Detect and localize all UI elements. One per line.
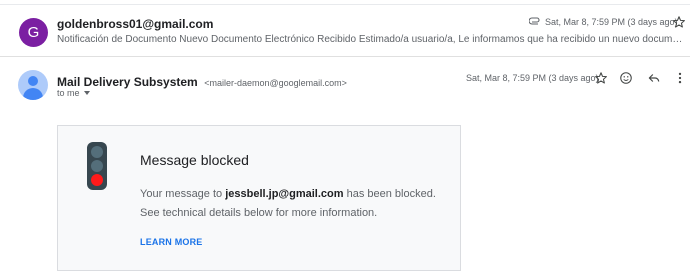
star-icon[interactable]	[593, 70, 609, 86]
blocked-recipient: jessbell.jp@gmail.com	[225, 188, 344, 200]
reply-icon[interactable]	[646, 70, 662, 86]
sender-email[interactable]: goldenbross01@gmail.com	[57, 17, 213, 31]
emoji-icon[interactable]	[618, 70, 634, 86]
message-date: Sat, Mar 8, 7:59 PM (3 days ago)	[545, 17, 678, 27]
message-snippet: Notificación de Documento Nuevo Document…	[57, 34, 685, 45]
top-strip	[0, 0, 690, 5]
star-icon[interactable]	[672, 15, 686, 29]
sender-line: Mail Delivery Subsystem <mailer-daemon@g…	[57, 73, 347, 91]
card-body: Your message to jessbell.jp@gmail.com ha…	[140, 185, 440, 223]
message-date: Sat, Mar 8, 7:59 PM (3 days ago)	[466, 73, 599, 83]
sender-name[interactable]: Mail Delivery Subsystem	[57, 75, 198, 89]
paperclip-icon	[528, 17, 541, 27]
body-prefix: Your message to	[140, 188, 223, 200]
sender-email: <mailer-daemon@googlemail.com>	[204, 78, 347, 88]
avatar[interactable]: G	[19, 18, 48, 47]
chevron-down-icon[interactable]	[83, 91, 90, 95]
message-meta: Sat, Mar 8, 7:59 PM (3 days ago)	[528, 17, 678, 27]
more-icon[interactable]	[672, 70, 688, 86]
traffic-light-icon	[87, 142, 107, 190]
card-title: Message blocked	[140, 152, 249, 168]
learn-more-link[interactable]: LEARN MORE	[140, 237, 203, 247]
recipient-label: to me	[57, 88, 80, 98]
bounce-notice-card: Message blocked Your message to jessbell…	[57, 125, 461, 271]
message-collapsed[interactable]: G goldenbross01@gmail.com Notificación d…	[0, 7, 690, 57]
message-expanded: Mail Delivery Subsystem <mailer-daemon@g…	[0, 58, 690, 274]
recipient-details-toggle[interactable]: to me	[57, 88, 90, 98]
avatar[interactable]	[18, 70, 48, 100]
